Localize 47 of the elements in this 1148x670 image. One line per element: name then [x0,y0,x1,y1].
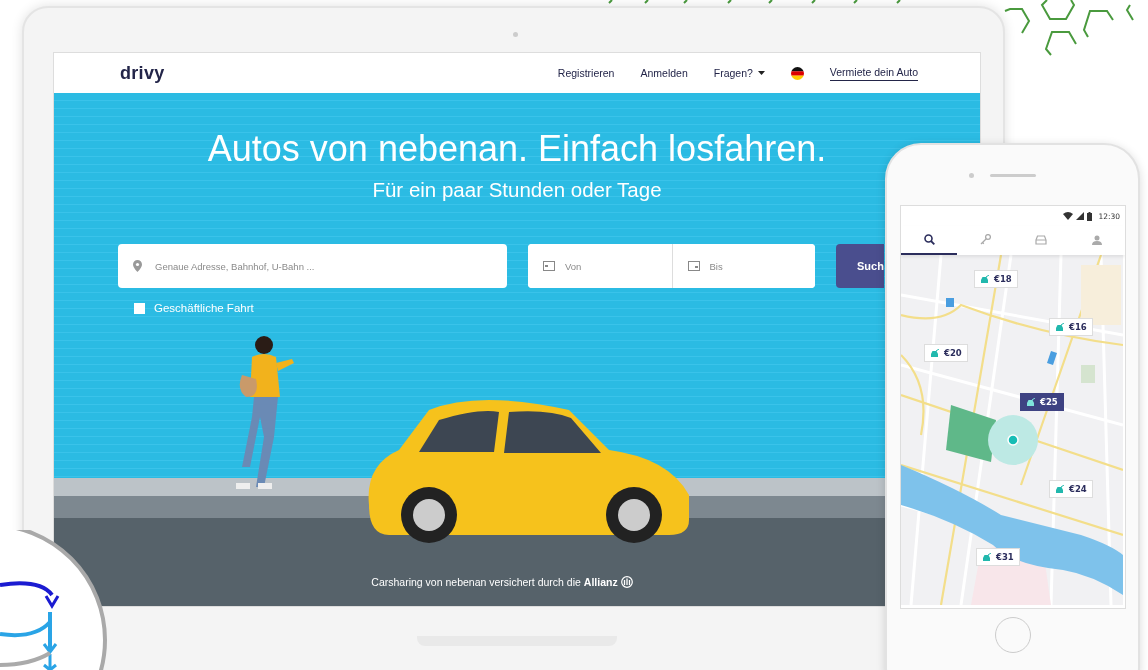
car-icon [982,552,992,562]
checkbox[interactable] [134,302,145,314]
location-field[interactable]: Genaue Adresse, Bahnhof, U-Bahn ... [118,244,507,288]
map-area [1081,365,1095,383]
signal-icon [1076,212,1085,220]
camera-icon [513,32,518,37]
price-marker[interactable]: €24 [1049,480,1093,498]
hero-title: Autos von nebenan. Einfach losfahren. [206,128,828,170]
key-icon [979,234,991,245]
checkbox-label: Geschäftliche Fahrt [154,302,254,314]
calendar-icon [687,261,700,271]
car-icon [1055,484,1065,494]
camera-icon [969,173,974,178]
nav-link[interactable]: Anmelden [640,67,688,79]
price-marker[interactable]: €20 [924,344,968,362]
allianz-logo-icon [620,576,633,588]
park-area [946,405,996,462]
wifi-icon [1063,212,1074,220]
search-icon [923,234,935,245]
german-flag-icon[interactable] [790,66,804,80]
car-icon [930,348,940,358]
location-radius [988,415,1038,465]
car-icon [1055,322,1065,332]
current-location-dot [1007,434,1019,446]
battery-icon [1087,211,1093,221]
building-block [946,298,954,307]
car-icon [1026,397,1036,407]
hero-subtitle: Für ein paar Stunden oder Tage [371,178,663,202]
insurance-note: Carsharing von nebenan versichert durch die Allianz [371,576,618,588]
search-button[interactable]: Such [836,244,884,288]
nav-dropdown[interactable]: Fragen? [713,67,765,79]
map-pin-icon [133,260,142,272]
nav-link[interactable]: Registrieren [557,67,615,79]
price-marker[interactable]: €16 [1049,318,1093,336]
speaker-icon [990,174,1036,177]
person-icon [1092,234,1102,245]
car-icon [980,274,990,284]
calendar-icon [543,261,555,271]
building-block [1047,351,1057,365]
map-area [1081,265,1121,325]
logo[interactable]: drivy [120,62,165,84]
price-marker[interactable]: €25 [1020,393,1064,411]
price-marker[interactable]: €31 [976,548,1020,566]
price-marker[interactable]: €18 [974,270,1018,288]
date-range-field[interactable]: Von Bis [528,244,815,288]
caret-icon [757,71,765,75]
car-icon [1035,234,1047,245]
